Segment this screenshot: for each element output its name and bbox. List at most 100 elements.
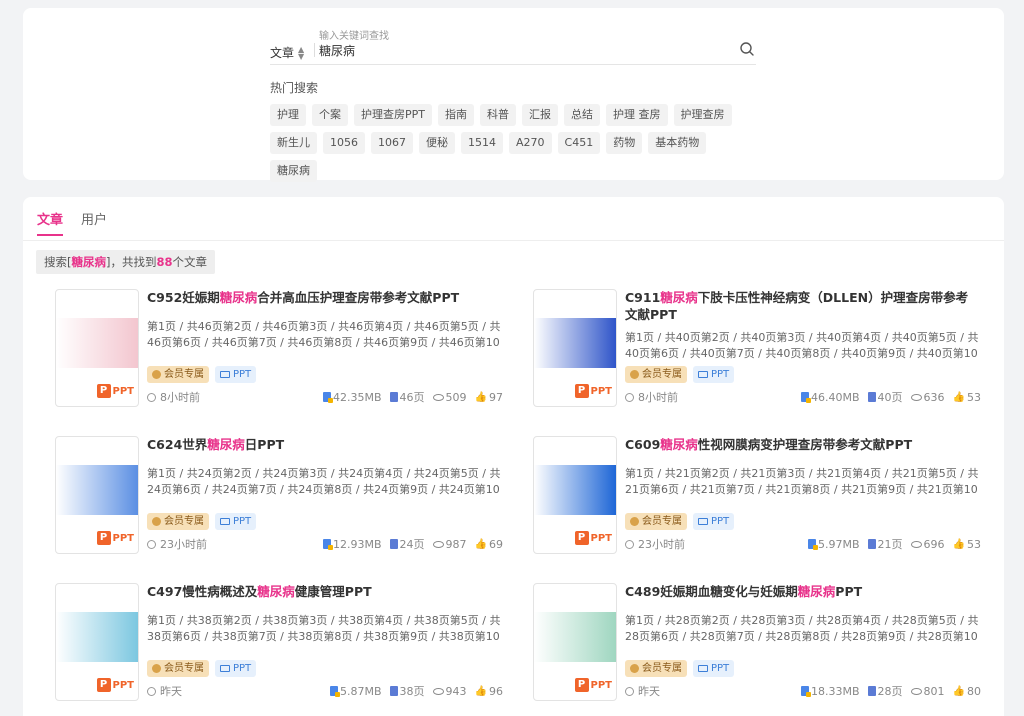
search-input[interactable] [319,40,719,60]
hot-tag[interactable]: 便秘 [419,132,455,154]
clock-icon [147,539,156,549]
card-description: 第1页 / 共24页第2页 / 共24页第3页 / 共24页第4页 / 共24页… [147,467,501,496]
like-count[interactable]: 👍 53 [953,391,981,404]
card-title[interactable]: C952妊娠期糖尿病合并高血压护理查房带参考文献PPT [147,289,492,306]
like-count[interactable]: 👍 53 [953,538,981,551]
vip-tag: 会员专属 [625,660,687,677]
title-keyword: 糖尿病 [660,437,698,452]
file-size-icon [330,686,341,697]
ppt-tag[interactable]: PPT [215,513,257,530]
summary-prefix: 搜索[ [44,255,72,269]
page-count: 40页 [867,389,903,405]
card-tags: 会员专属 PPT [625,660,735,677]
ppt-tag[interactable]: PPT [693,366,735,383]
search-icon[interactable] [738,40,756,58]
page-count-value: 38页 [399,685,425,698]
card-title[interactable]: C609糖尿病性视网膜病变护理查房带参考文献PPT [625,436,970,453]
ppt-tag[interactable]: PPT [693,660,735,677]
result-card: P PPT C609糖尿病性视网膜病变护理查房带参考文献PPT 第1页 / 共2… [528,436,981,554]
hot-tag[interactable]: C451 [557,132,601,154]
ppt-tag[interactable]: PPT [215,366,257,383]
page-count-value: 40页 [877,391,903,404]
search-panel: 文章 ▲▼ 输入关键词查找 热门搜索 护理个案护理查房PPT指南科普汇报总结护理… [23,8,1004,182]
hot-tag[interactable]: A270 [509,132,552,154]
card-title[interactable]: C624世界糖尿病日PPT [147,436,492,453]
file-size: 5.87MB [330,685,382,698]
hot-tag[interactable]: 指南 [438,104,474,126]
vip-label: 会员专属 [642,663,682,674]
clock-icon [625,686,634,696]
pages-icon [389,392,398,402]
like-count[interactable]: 👍 97 [475,391,503,404]
cover-thumbnail[interactable]: P PPT [533,583,617,701]
ppt-file-icon: P PPT [574,384,612,398]
title-keyword: 糖尿病 [219,290,258,305]
card-stats: 18.33MB 28页 801 👍 80 [801,683,981,699]
hot-tag[interactable]: 1056 [323,132,365,154]
like-count[interactable]: 👍 96 [475,685,503,698]
file-size: 18.33MB [801,685,860,698]
page-count: 46页 [389,389,425,405]
file-size: 46.40MB [801,391,860,404]
page-count-value: 24页 [399,538,425,551]
ppt-badge-text: PPT [112,385,134,397]
hot-tag[interactable]: 护理查房PPT [354,104,432,126]
hot-tag[interactable]: 新生儿 [270,132,317,154]
tab-articles[interactable]: 文章 [37,209,64,236]
file-size-icon [323,392,334,403]
like-count-value: 97 [489,390,503,404]
hot-tag[interactable]: 药物 [606,132,643,154]
file-size: 42.35MB [323,391,382,404]
like-count[interactable]: 👍 69 [475,538,503,551]
ppt-letter-icon: P [574,531,589,545]
hot-tag[interactable]: 总结 [564,104,600,126]
search-type-select[interactable]: 文章 ▲ ▼ [270,44,304,61]
card-title[interactable]: C489妊娠期血糖变化与妊娠期糖尿病PPT [625,583,970,600]
hot-tag[interactable]: 个案 [312,104,348,126]
ppt-tag[interactable]: PPT [693,513,735,530]
hot-tag[interactable]: 1067 [371,132,413,154]
results-panel: 文章 用户 搜索[糖尿病]，共找到88个文章 P PPT C952妊娠期糖尿病合… [23,197,1004,716]
ppt-tag[interactable]: PPT [215,660,257,677]
card-meta: 8小时前 46.40MB 40页 636 👍 53 [625,389,981,405]
summary-suffix: 个文章 [172,255,208,269]
hot-tag[interactable]: 护理查房 [673,104,732,126]
card-stats: 46.40MB 40页 636 👍 53 [801,389,981,405]
card-title[interactable]: C911糖尿病下肢卡压性神经病变（DLLEN）护理查房带参考文献PPT [625,289,970,323]
tab-users[interactable]: 用户 [81,209,107,236]
hot-tag[interactable]: 汇报 [522,104,558,126]
like-count[interactable]: 👍 80 [953,685,981,698]
hot-tag[interactable]: 糖尿病 [270,160,317,182]
cover-image [534,612,616,662]
result-tabs: 文章 用户 [37,209,107,236]
like-count-value: 53 [967,537,981,551]
hot-tag[interactable]: 科普 [480,104,516,126]
cover-thumbnail[interactable]: P PPT [55,289,139,407]
post-time: 8小时前 [625,389,678,405]
card-title[interactable]: C497慢性病概述及糖尿病健康管理PPT [147,583,492,600]
thumbs-up-icon: 👍 [474,538,487,550]
hot-search-tags: 护理 个案 护理查房PPT 指南 科普 汇报 总结 护理 查房 护理查房新生儿 1056 1067 便… [270,104,750,182]
thumbs-up-icon: 👍 [952,391,965,403]
cover-thumbnail[interactable]: P PPT [55,436,139,554]
ppt-file-icon: P PPT [574,678,612,692]
time-text: 8小时前 [638,391,678,404]
file-size-value: 12.93MB [333,537,382,551]
hot-tag[interactable]: 基本药物 [648,132,707,154]
eye-icon [432,540,444,548]
card-description: 第1页 / 共46页第2页 / 共46页第3页 / 共46页第4页 / 共46页… [147,320,501,349]
cover-thumbnail[interactable]: P PPT [533,436,617,554]
title-keyword: 糖尿病 [207,437,245,452]
vip-label: 会员专属 [642,369,682,380]
result-card: P PPT C497慢性病概述及糖尿病健康管理PPT 第1页 / 共38页第2页… [50,583,503,701]
hot-tag[interactable]: 1514 [461,132,503,154]
summary-count: 88 [156,255,173,269]
clock-icon [147,392,156,402]
title-text: 健康管理PPT [294,584,372,599]
cover-thumbnail[interactable]: P PPT [55,583,139,701]
ppt-tag-label: PPT [233,516,252,527]
cover-thumbnail[interactable]: P PPT [533,289,617,407]
hot-tag[interactable]: 护理 查房 [606,104,668,126]
view-count-value: 987 [445,537,467,551]
hot-tag[interactable]: 护理 [270,104,306,126]
